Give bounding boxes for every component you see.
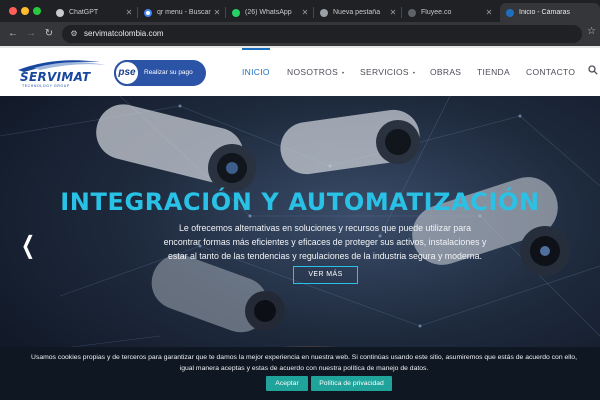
hero-text-line: Le ofrecemos alternativas en soluciones … [179, 223, 471, 233]
browser-toolbar: ← → ↻ ⚙ servimatcolombia.com [0, 22, 600, 46]
reload-icon[interactable]: ↻ [42, 27, 56, 41]
chrome-icon [320, 8, 328, 17]
accept-cookies-button[interactable]: Aceptar [266, 376, 308, 391]
browser-tab-strip: ChatGPT ✕ qr menu - Buscar ✕ (26) WhatsA… [0, 0, 600, 22]
back-arrow-icon[interactable]: ← [6, 27, 20, 41]
logo-subtext: TECHNOLOGY GROUP [22, 84, 70, 88]
close-tab-icon[interactable]: ✕ [484, 8, 494, 17]
address-url[interactable]: servimatcolombia.com [84, 25, 164, 43]
nav-contacto[interactable]: CONTACTO [526, 48, 575, 96]
hero-text-line: estar al tanto de las tendencias y regul… [168, 251, 482, 261]
browser-tab[interactable]: Nueva pestaña ✕ [314, 3, 402, 22]
hero-text-line: encontrar formas más eficientes y eficac… [163, 237, 487, 247]
browser-tab[interactable]: Fluyee.co ✕ [402, 3, 498, 22]
close-tab-icon[interactable]: ✕ [388, 8, 398, 17]
browser-tab[interactable]: qr menu - Buscar ✕ [138, 3, 226, 22]
site-header: SERVIMAT TECHNOLOGY GROUP pse Realizar s… [0, 46, 600, 96]
privacy-policy-button[interactable]: Política de privacidad [311, 376, 392, 391]
site-info-icon[interactable]: ⚙ [69, 29, 79, 39]
nav-label: CONTACTO [526, 67, 576, 77]
logo-text: SERVIMAT [20, 70, 91, 84]
nav-nosotros[interactable]: NOSOTROS • [287, 48, 344, 96]
nav-label: OBRAS [430, 67, 462, 77]
google-icon [144, 8, 152, 17]
close-tab-icon[interactable]: ✕ [124, 8, 134, 17]
browser-tab-active[interactable]: Inicio - Cámaras [500, 3, 600, 22]
dropdown-icon: • [412, 71, 416, 77]
tab-title: Inicio - Cámaras [519, 9, 570, 16]
site-icon [506, 8, 514, 17]
minimize-window-button[interactable] [21, 7, 29, 15]
nav-label: TIENDA [477, 67, 510, 77]
bookmark-star-icon[interactable]: ☆ [587, 26, 596, 37]
address-bar[interactable]: ⚙ servimatcolombia.com [62, 25, 582, 43]
ver-mas-button[interactable]: VER MÁS [293, 266, 358, 284]
nav-obras[interactable]: OBRAS [430, 48, 461, 96]
search-icon[interactable] [588, 65, 598, 77]
chatgpt-icon [56, 8, 64, 17]
tab-title: ChatGPT [69, 9, 99, 16]
close-tab-icon[interactable]: ✕ [300, 8, 310, 17]
pse-payment-button[interactable]: pse Realizar su pago [114, 60, 206, 86]
browser-tab[interactable]: ChatGPT ✕ [50, 3, 138, 22]
forward-arrow-icon[interactable]: → [24, 27, 38, 41]
nav-tienda[interactable]: TIENDA [477, 48, 510, 96]
tab-title: (26) WhatsApp [245, 9, 292, 16]
pse-logo: pse [114, 60, 140, 86]
close-window-button[interactable] [9, 7, 17, 15]
nav-label: INICIO [242, 67, 270, 77]
prev-slide-arrow-icon[interactable]: ❮ [21, 231, 35, 260]
hero-headline: INTEGRACIÓN Y AUTOMATIZACIÓN [60, 188, 540, 216]
nav-servicios[interactable]: SERVICIOS • [360, 48, 415, 96]
browser-tab[interactable]: (26) WhatsApp ✕ [226, 3, 314, 22]
hero-description: Le ofrecemos alternativas en soluciones … [145, 221, 505, 263]
tab-title: Fluyee.co [421, 9, 452, 16]
nav-label: NOSOTROS [287, 67, 339, 77]
tab-title: qr menu - Buscar [157, 9, 211, 16]
globe-icon [408, 8, 416, 17]
pse-label: Realizar su pago [144, 69, 193, 76]
nav-inicio[interactable]: INICIO [242, 48, 270, 96]
maximize-window-button[interactable] [33, 7, 41, 15]
dropdown-icon: • [342, 71, 345, 77]
servimat-logo[interactable]: SERVIMAT TECHNOLOGY GROUP [14, 56, 109, 92]
whatsapp-icon [232, 8, 240, 17]
nav-label: SERVICIOS [360, 67, 409, 77]
cookie-text-line: Usamos cookies propias y de terceros par… [31, 354, 577, 361]
cookie-text-line: igual manera aceptas y estas de acuerdo … [179, 365, 429, 372]
cookie-message: Usamos cookies propias y de terceros par… [8, 352, 600, 374]
tab-title: Nueva pestaña [333, 9, 381, 16]
close-tab-icon[interactable]: ✕ [212, 8, 222, 17]
cookie-banner: Usamos cookies propias y de terceros par… [0, 347, 600, 400]
